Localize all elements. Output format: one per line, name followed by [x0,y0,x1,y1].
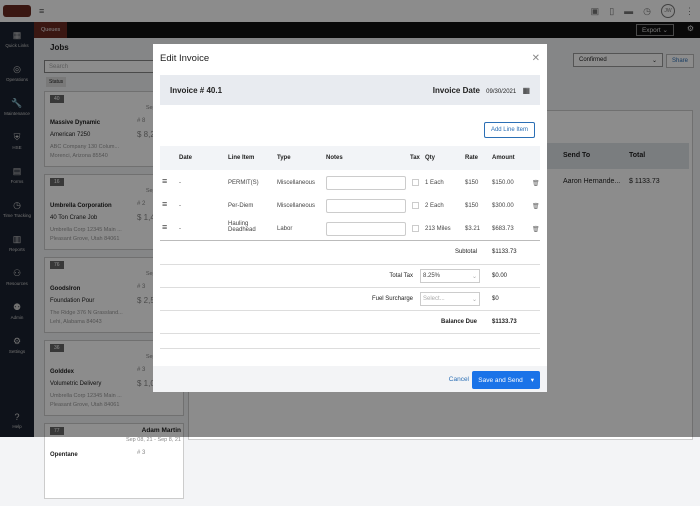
col-line-item: Line Item [228,155,254,161]
row-amount: $150.00 [492,180,514,186]
fuel-value: $0 [492,296,499,302]
save-and-send-button[interactable]: Save and Send ▾ [472,371,540,389]
fuel-select[interactable]: Select...⌄ [420,292,480,306]
col-qty: Qty [425,155,435,161]
line-item-row: ≡ - PERMIT(S) Miscellaneous 1 Each $150 … [160,173,540,195]
col-notes: Notes [326,155,343,161]
fuel-row: Fuel Surcharge Select...⌄ $0 [160,287,540,310]
line-item-row: ≡ - Per-Diem Miscellaneous 2 Each $150 $… [160,196,540,218]
close-icon[interactable]: ✕ [532,53,540,64]
fuel-placeholder: Select... [423,296,445,302]
row-qty: 2 Each [425,203,444,209]
job-count: # 3 [137,450,145,456]
calendar-icon[interactable]: ▦ [522,86,530,95]
row-type: Miscellaneous [277,180,315,186]
notes-input[interactable] [326,222,406,236]
job-company: Opentane [50,452,78,458]
drag-handle-icon[interactable]: ≡ [162,176,167,186]
row-line-item: PERMIT(S) [228,180,273,186]
dropdown-caret-icon[interactable]: ▾ [531,377,534,384]
drag-handle-icon[interactable]: ≡ [162,222,167,232]
row-date: - [179,203,181,209]
tax-checkbox[interactable] [412,225,419,232]
modal-footer: Cancel Save and Send ▾ [153,366,547,392]
tax-row: Total Tax 8.25%⌄ $0.00 [160,264,540,287]
invoice-date[interactable]: 09/30/2021 [486,89,516,95]
notes-input[interactable] [326,176,406,190]
balance-row: Balance Due $1133.73 [160,310,540,333]
col-date: Date [179,155,192,161]
row-rate: $150 [465,203,478,209]
col-rate: Rate [465,155,478,161]
tax-value: $0.00 [492,273,507,279]
tax-checkbox[interactable] [412,202,419,209]
fuel-label: Fuel Surcharge [372,296,413,302]
trash-icon[interactable]: 🗑 [532,226,540,233]
invoice-header: Invoice # 40.1 Invoice Date 09/30/2021 ▦ [160,75,540,105]
line-item-row: ≡ - Hauling Deadhead Labor 213 Miles $3.… [160,219,540,241]
balance-label: Balance Due [441,319,477,325]
tax-select[interactable]: 8.25%⌄ [420,269,480,283]
subtotal-value: $1133.73 [492,249,517,255]
tax-select-value: 8.25% [423,273,440,279]
notes-input[interactable] [326,199,406,213]
save-label: Save and Send [478,377,522,384]
edit-invoice-modal: Edit Invoice ✕ Invoice # 40.1 Invoice Dat… [153,44,547,392]
subtotal-row: Subtotal $1133.73 [160,241,540,264]
row-line-item: Hauling Deadhead [228,221,273,233]
col-type: Type [277,155,291,161]
trash-icon[interactable]: 🗑 [532,180,540,187]
tax-label: Total Tax [389,273,413,279]
drag-handle-icon[interactable]: ≡ [162,199,167,209]
cancel-button[interactable]: Cancel [449,376,469,383]
modal-title: Edit Invoice [160,53,209,64]
job-date: Sep 08, 21 - Sep 8, 21 [126,437,181,443]
line-items-header: Date Line Item Type Notes Tax Qty Rate A… [160,146,540,170]
col-tax: Tax [410,155,420,161]
row-type: Miscellaneous [277,203,315,209]
row-qty: 213 Miles [425,226,451,232]
row-date: - [179,180,181,186]
invoice-date-label: Invoice Date [433,86,480,95]
trash-icon[interactable]: 🗑 [532,203,540,210]
row-rate: $150 [465,180,478,186]
tax-checkbox[interactable] [412,179,419,186]
row-date: - [179,226,181,232]
row-qty: 1 Each [425,180,444,186]
row-line-item: Per-Diem [228,203,273,209]
subtotal-label: Subtotal [455,249,477,255]
invoice-number: Invoice # 40.1 [170,86,222,95]
add-line-item-button[interactable]: Add Line Item [484,122,535,138]
row-rate: $3.21 [465,226,480,232]
col-amount: Amount [492,155,515,161]
row-amount: $300.00 [492,203,514,209]
row-amount: $683.73 [492,226,514,232]
row-type: Labor [277,226,292,232]
balance-value: $1133.73 [492,319,517,325]
